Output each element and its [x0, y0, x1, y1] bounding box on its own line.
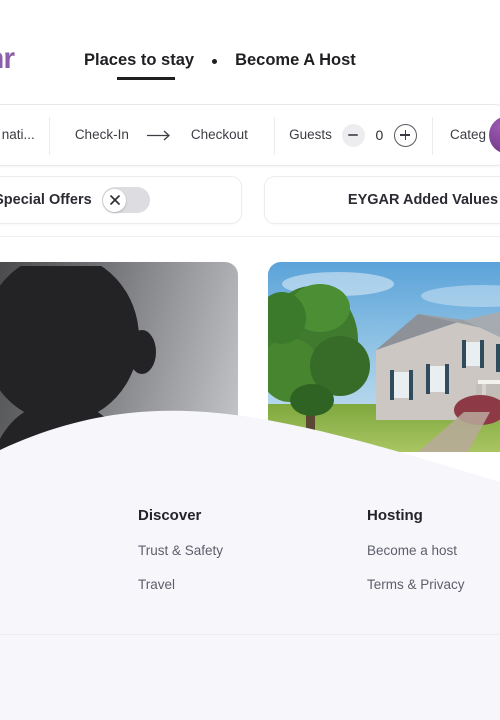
guests-count: 0 — [375, 127, 384, 143]
monthly-special-offers-label: thly Special Offers — [0, 191, 92, 208]
search-bar: nati... Check-In Checkout Guests 0 Categ — [0, 104, 500, 166]
destination-field[interactable]: nati... — [0, 105, 49, 165]
footer-column-hosting: Hosting Become a host Terms & Privacy — [367, 508, 465, 611]
arrow-right-icon — [146, 130, 170, 140]
checkout-label: Checkout — [190, 127, 248, 143]
category-label: Categ — [449, 127, 486, 143]
dates-field[interactable]: Check-In Checkout — [48, 105, 274, 165]
footer-link-travel[interactable]: Travel — [138, 577, 223, 592]
footer-link-trust-safety[interactable]: Trust & Safety — [138, 544, 223, 558]
app-root: nr Places to stay Become A Host nati... … — [0, 0, 500, 720]
destination-value: nati... — [1, 127, 35, 143]
eygar-added-values-label: EYGAR Added Values — [347, 191, 499, 208]
checkin-label: Check-In — [74, 127, 129, 143]
footer-column-discover: Discover Trust & Safety Travel — [138, 508, 223, 611]
footer-column-title: Discover — [138, 507, 202, 524]
close-x-icon — [109, 195, 120, 205]
nav-item-become-a-host[interactable]: Become A Host — [235, 52, 356, 72]
toggle-knob — [103, 188, 127, 212]
site-header: nr Places to stay Become A Host — [0, 0, 500, 96]
footer-content: Discover Trust & Safety Travel Hosting B… — [0, 404, 500, 720]
dot-separator-icon — [212, 59, 218, 65]
guests-increment-button[interactable] — [393, 123, 417, 147]
footer-link-become-a-host[interactable]: Become a host — [367, 544, 465, 558]
monthly-special-offers-toggle[interactable] — [101, 187, 150, 213]
monthly-special-offers-filter[interactable]: thly Special Offers — [0, 176, 242, 224]
guests-field: Guests 0 — [273, 105, 432, 165]
footer-divider — [0, 634, 500, 635]
header-divider — [0, 236, 500, 237]
filter-row: thly Special Offers EYGAR Added Values — [0, 176, 500, 224]
brand-logo[interactable]: nr — [0, 44, 15, 74]
guests-decrement-button[interactable] — [341, 123, 365, 147]
guests-label: Guests — [289, 127, 332, 143]
primary-nav: Places to stay Become A Host — [84, 52, 356, 79]
eygar-added-values-filter[interactable]: EYGAR Added Values — [264, 176, 500, 224]
minus-icon — [348, 134, 359, 136]
footer-column-title: Hosting — [367, 507, 423, 524]
nav-item-places-to-stay[interactable]: Places to stay — [84, 52, 194, 79]
footer-link-terms-privacy[interactable]: Terms & Privacy — [367, 577, 465, 592]
site-footer: Discover Trust & Safety Travel Hosting B… — [0, 404, 500, 720]
